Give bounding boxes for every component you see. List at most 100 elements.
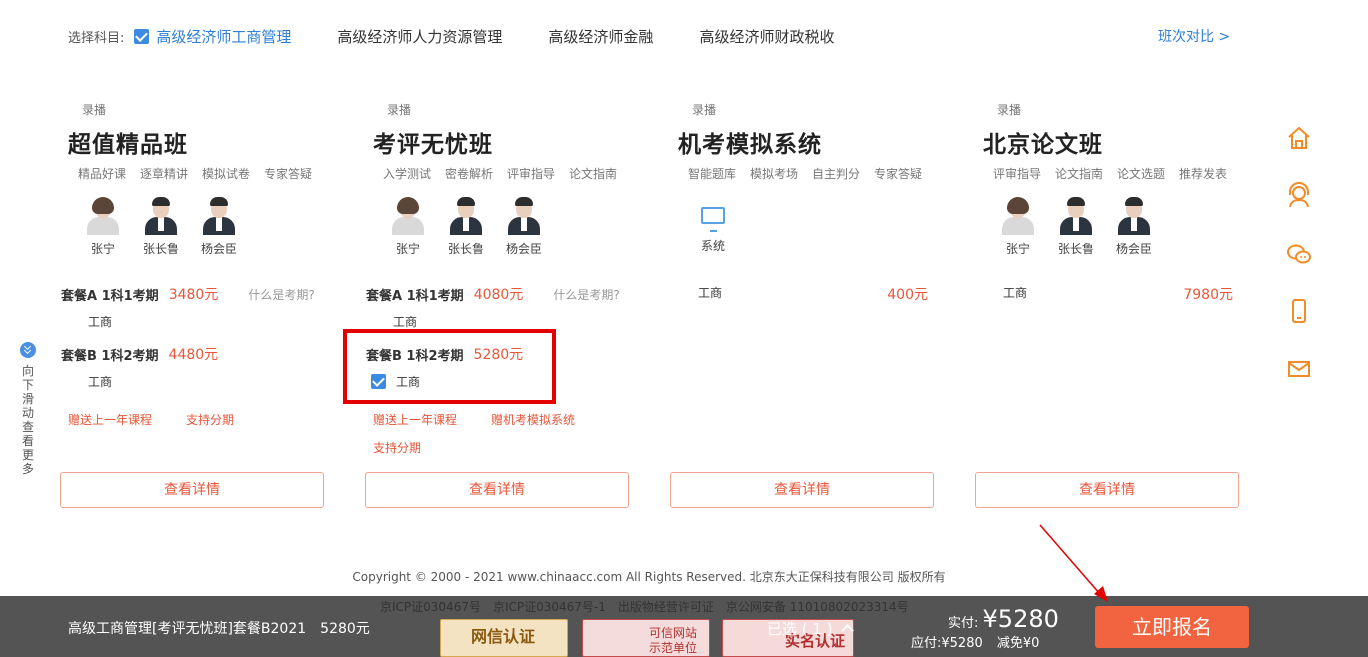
mobile-icon[interactable]: [1285, 297, 1313, 325]
teacher: 张长鲁: [132, 195, 190, 257]
teacher-avatar: [505, 195, 543, 235]
exam-period-help-link[interactable]: 什么是考期?: [248, 286, 314, 303]
teacher-avatar: [1115, 195, 1153, 235]
feature: 专家答疑: [874, 167, 923, 181]
teacher-name: 张长鲁: [447, 242, 484, 256]
teacher: 杨会臣: [495, 195, 553, 257]
course-features: 评审指导 论文指南 论文选题 推荐发表: [993, 165, 1243, 182]
order-item-price: 5280元: [320, 621, 370, 637]
package-subject: 工商: [88, 375, 113, 389]
teacher: 张宁: [989, 195, 1047, 257]
feature: 推荐发表: [1179, 167, 1228, 181]
feature: 论文选题: [1117, 167, 1166, 181]
teacher: 张长鲁: [437, 195, 495, 257]
teacher: 杨会臣: [190, 195, 248, 257]
badge-text: 可信网站 示范单位: [649, 626, 698, 655]
exam-period-help-link[interactable]: 什么是考期?: [553, 286, 619, 303]
teacher-name: 张长鲁: [1057, 242, 1094, 256]
package-option-b[interactable]: 套餐B 1科2考期 4480元: [61, 344, 218, 364]
teacher-avatar: [84, 195, 122, 235]
trust-badge[interactable]: 可信网站 示范单位: [582, 619, 710, 657]
badge-text: 网信认证: [471, 627, 536, 646]
feature: 论文指南: [569, 167, 618, 181]
teacher: 张宁: [74, 195, 132, 257]
teacher-avatar: [389, 195, 427, 235]
chevron-up-icon: [841, 624, 855, 637]
feature: 专家答疑: [264, 167, 313, 181]
trust-badge[interactable]: 网信认证: [440, 619, 568, 657]
course-card-worry-free: 录播 考评无忧班 入学测试 密卷解析 评审指导 论文指南 张宁 张长鲁 杨会臣 …: [365, 95, 631, 515]
package-option-a[interactable]: 套餐A 1科1考期 3480元 什么是考期?: [61, 284, 315, 304]
package-price: 400元: [887, 287, 928, 303]
course-title: 超值精品班: [68, 132, 188, 158]
subject-option-finance[interactable]: 高级经济师金融: [548, 26, 653, 47]
feature: 评审指导: [507, 167, 556, 181]
gift-tag: 支持分期: [186, 413, 235, 427]
subject-option-business[interactable]: 高级经济师工商管理: [156, 26, 291, 47]
teacher-avatar: [1057, 195, 1095, 235]
course-type-tag: 录播: [387, 103, 412, 117]
order-summary: 高级工商管理[考评无忧班]套餐B2021 5280元: [68, 618, 370, 638]
view-details-button[interactable]: 查看详情: [60, 472, 324, 508]
home-icon[interactable]: [1285, 124, 1313, 152]
package-option-a[interactable]: 套餐A 1科1考期 4080元 什么是考期?: [366, 284, 620, 304]
feature: 评审指导: [993, 167, 1042, 181]
highlight-annotation-box: [343, 329, 556, 404]
course-type-tag: 录播: [997, 103, 1022, 117]
actual-label: 实付:: [948, 616, 979, 631]
package-price: 4080元: [473, 287, 524, 303]
package-subject-option[interactable]: 工商: [88, 373, 112, 390]
gift-tag: 赠送上一年课程: [68, 413, 153, 427]
mail-icon[interactable]: [1285, 355, 1313, 383]
teacher-list: 张宁 张长鲁 杨会臣: [989, 195, 1163, 257]
package-name: 套餐A 1科1考期: [366, 288, 464, 304]
gift-tag: 支持分期: [373, 441, 422, 455]
view-details-button[interactable]: 查看详情: [365, 472, 629, 508]
view-details-button[interactable]: 查看详情: [975, 472, 1239, 508]
selected-toggle[interactable]: 已选 ( 1 ): [767, 618, 855, 639]
teacher-avatar: [142, 195, 180, 235]
license-link[interactable]: 京ICP证030467号: [380, 598, 481, 615]
course-title: 考评无忧班: [373, 132, 493, 158]
feature: 自主判分: [812, 167, 861, 181]
package-subject: 工商: [393, 315, 418, 329]
license-link[interactable]: 出版物经营许可证: [618, 598, 714, 615]
subject-option-tax[interactable]: 高级经济师财政税收: [699, 26, 834, 47]
view-details-button[interactable]: 查看详情: [670, 472, 934, 508]
feature: 论文指南: [1055, 167, 1104, 181]
package-subject-option[interactable]: 工商: [393, 313, 417, 330]
headset-icon[interactable]: [1285, 181, 1313, 209]
package-subject-option[interactable]: 工商: [698, 284, 722, 301]
scroll-down-hint[interactable]: 向下滑动查看更多: [20, 342, 36, 476]
due-amount: ¥5280: [941, 636, 983, 651]
teacher-name: 张宁: [90, 242, 115, 256]
package-subject: 工商: [698, 286, 723, 300]
package-subject-option[interactable]: 工商: [88, 313, 112, 330]
due-label: 应付:: [911, 636, 942, 651]
package-name: 套餐B 1科2考期: [61, 348, 159, 364]
subject-option-hr[interactable]: 高级经济师人力资源管理: [337, 26, 502, 47]
teacher-avatar: [999, 195, 1037, 235]
course-type-tag: 录播: [692, 103, 717, 117]
license-link[interactable]: 京ICP证030467号-1: [493, 598, 606, 615]
teacher-avatar: [200, 195, 238, 235]
subject-checkbox[interactable]: [134, 28, 150, 44]
package-name: 套餐A 1科1考期: [61, 288, 159, 304]
teacher-avatar: [447, 195, 485, 235]
chevron-down-icon: [20, 342, 36, 358]
subject-selector: 选择科目: 高级经济师工商管理 高级经济师人力资源管理 高级经济师金融 高级经济…: [68, 24, 880, 48]
system-label: 系统: [700, 239, 725, 253]
license-link[interactable]: 京公网安备 11010802023314号: [726, 598, 909, 615]
class-compare-link[interactable]: 班次对比 >: [1158, 26, 1230, 46]
wechat-icon[interactable]: [1285, 240, 1313, 268]
feature: 模拟考场: [750, 167, 799, 181]
teacher: 张宁: [379, 195, 437, 257]
package-subject-option[interactable]: 工商: [1003, 284, 1027, 301]
teacher: 杨会臣: [1105, 195, 1163, 257]
discount-amount: ¥0: [1022, 636, 1040, 651]
due-payment: 应付:¥5280 减免¥0: [911, 632, 1039, 651]
signup-button[interactable]: 立即报名: [1095, 606, 1249, 648]
course-title: 机考模拟系统: [678, 132, 822, 158]
feature: 密卷解析: [445, 167, 494, 181]
selected-count: 已选 ( 1 ): [767, 620, 833, 638]
